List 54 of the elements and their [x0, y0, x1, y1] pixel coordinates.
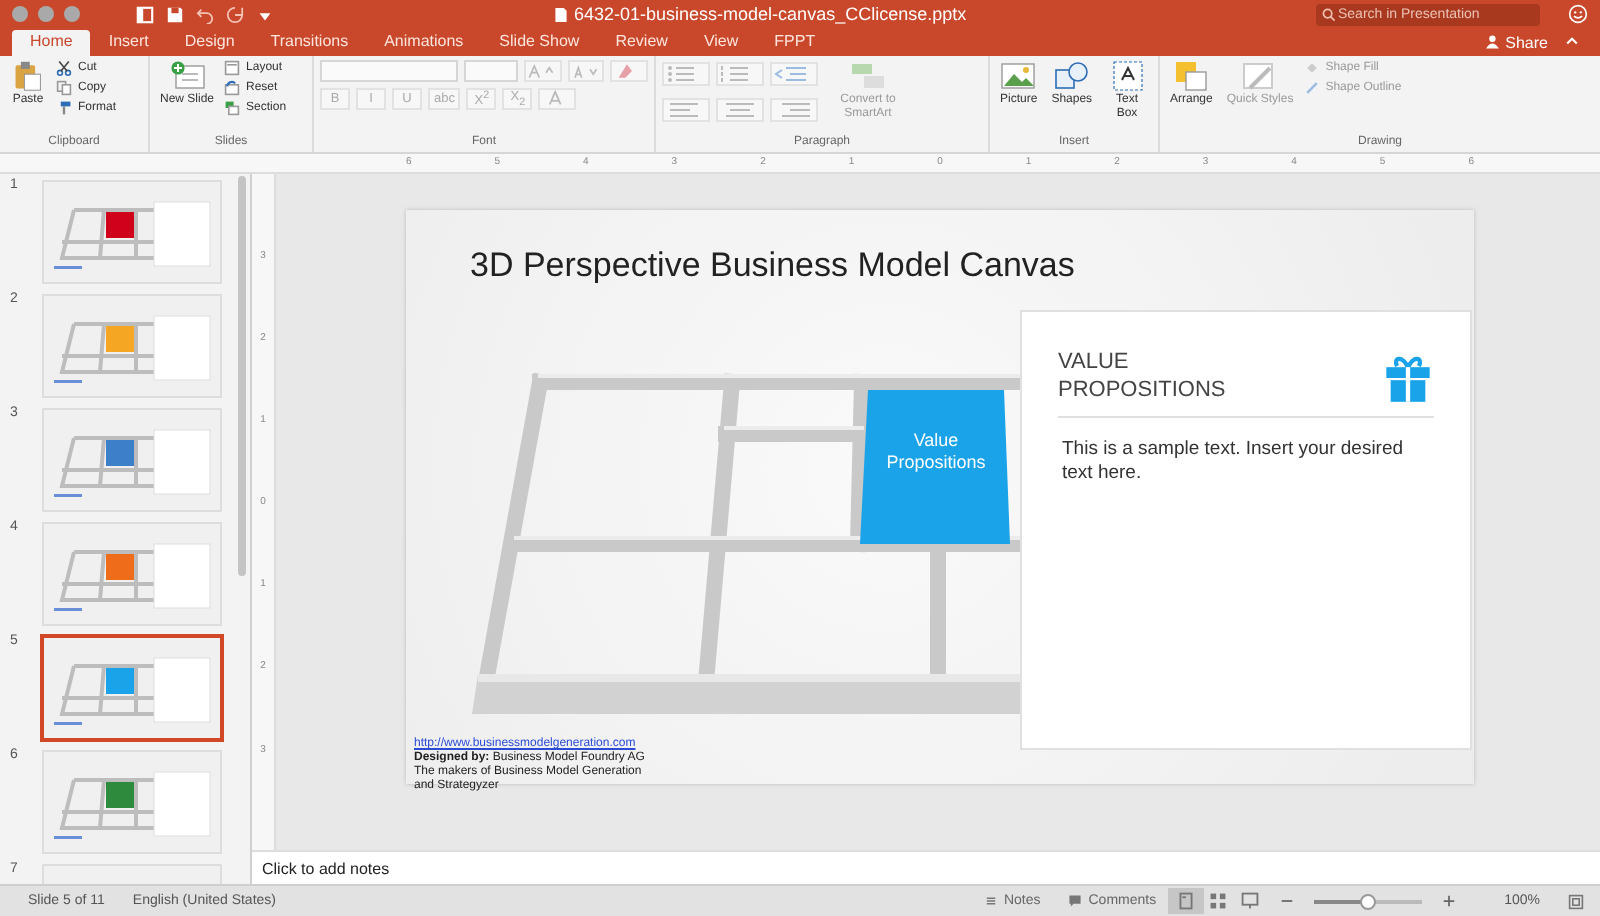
ribbon-tab[interactable]: Design — [166, 29, 253, 56]
zoom-in-icon[interactable] — [1442, 894, 1457, 909]
ribbon-tab[interactable]: Home — [12, 29, 91, 56]
align-right-icon[interactable] — [770, 97, 818, 122]
block-label: Value Propositions — [884, 430, 988, 475]
smiley-icon[interactable] — [1568, 4, 1588, 25]
paintbrush-icon — [56, 99, 72, 116]
copy-icon — [56, 79, 72, 96]
share-button[interactable]: Share — [1477, 33, 1556, 52]
ribbon-tab[interactable]: Slide Show — [481, 29, 598, 56]
ribbon-tab[interactable]: Review — [597, 29, 686, 56]
undo-icon[interactable] — [196, 5, 214, 24]
numbering-icon[interactable] — [716, 61, 764, 86]
zoom-slider-thumb[interactable] — [1360, 893, 1377, 910]
redo-icon[interactable] — [226, 5, 244, 24]
scissors-icon — [56, 59, 72, 76]
eraser-icon[interactable] — [610, 59, 648, 82]
font-size-field[interactable] — [463, 59, 519, 82]
ribbon-tab[interactable]: View — [685, 29, 757, 56]
close-button[interactable] — [12, 6, 28, 23]
font-color-icon[interactable] — [538, 87, 577, 110]
sidebar-toggle-icon[interactable] — [136, 5, 154, 24]
search-icon — [1322, 7, 1336, 22]
ribbon-tab[interactable]: FPPT — [756, 29, 834, 56]
grow-font-icon[interactable] — [524, 59, 562, 82]
zoom-slider[interactable] — [1314, 899, 1423, 904]
decrease-indent-icon[interactable] — [770, 61, 818, 86]
window-title: 6432-01-business-model-canvas_CClicense.pptx — [574, 4, 967, 25]
slide-thumbnail[interactable] — [40, 634, 224, 743]
zoom-button[interactable] — [64, 6, 80, 23]
normal-view-icon[interactable] — [1168, 888, 1205, 915]
card-body-text: This is a sample text. Insert your desired text here. — [1060, 438, 1406, 487]
ribbon-tab[interactable]: Animations — [366, 29, 482, 56]
bullets-icon[interactable] — [662, 61, 710, 86]
notes-icon — [983, 894, 998, 909]
align-center-icon[interactable] — [716, 97, 764, 122]
ribbon-tab[interactable]: Insert — [90, 29, 167, 56]
save-icon[interactable] — [166, 5, 184, 24]
card-heading: VALUE PROPOSITIONS — [1058, 348, 1228, 405]
align-left-icon[interactable] — [662, 97, 710, 122]
document-icon — [554, 5, 568, 24]
notes-field[interactable]: Click to add notes — [252, 850, 1600, 885]
reset-icon — [224, 79, 241, 96]
slide-title: 3D Perspective Business Model Canvas — [470, 246, 1075, 287]
fit-to-window-icon[interactable] — [1568, 893, 1584, 910]
person-icon — [1485, 34, 1502, 51]
shrink-font-icon[interactable] — [567, 59, 605, 82]
section-icon — [224, 99, 241, 116]
font-name-field[interactable] — [320, 59, 458, 82]
speech-bubble-icon — [1068, 894, 1083, 909]
gift-icon — [1382, 352, 1434, 405]
minimize-button[interactable] — [38, 6, 54, 23]
ribbon-tab[interactable]: Transitions — [252, 29, 367, 56]
pen-icon — [1303, 79, 1320, 96]
